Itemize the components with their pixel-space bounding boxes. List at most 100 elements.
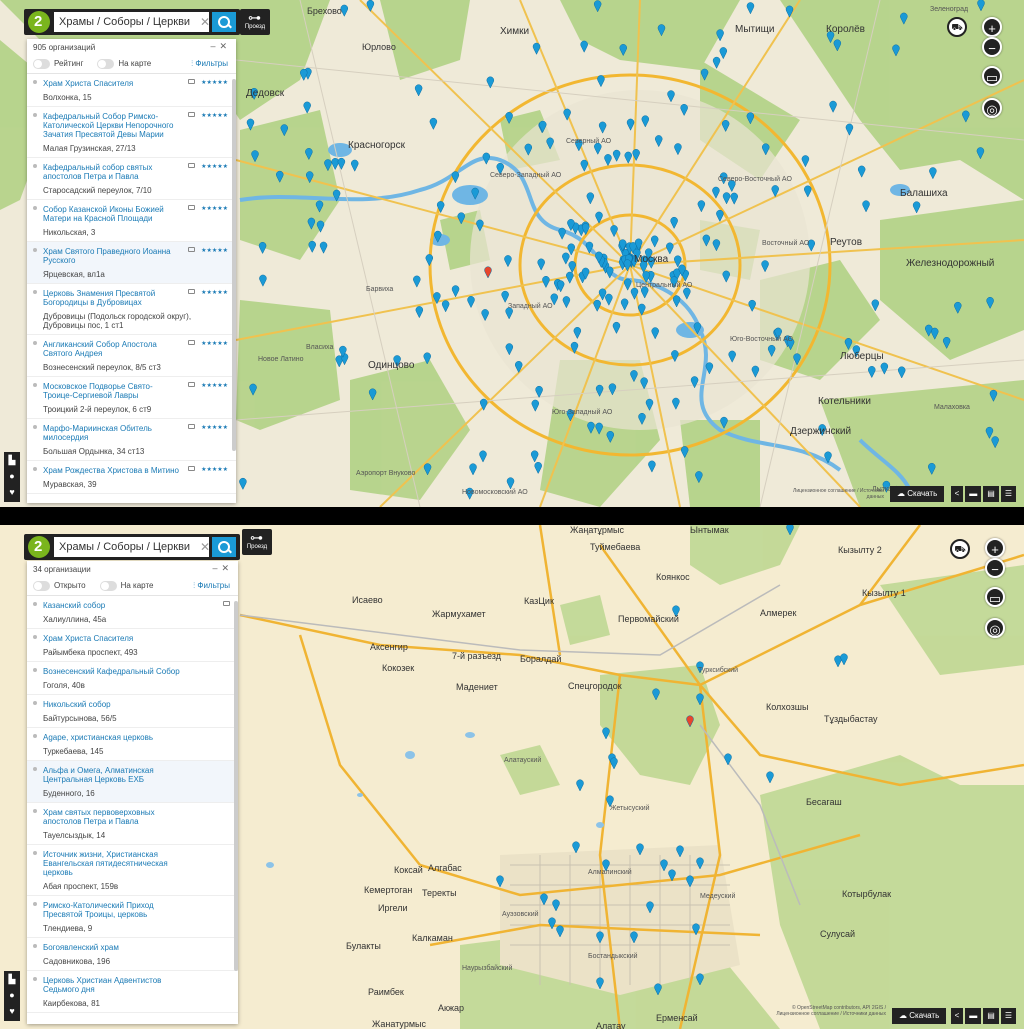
list-item[interactable]: Никольский собор Байтурсынова, 56/5 (27, 695, 238, 728)
list-item[interactable]: Храм святых первоверховных апостолов Пет… (27, 803, 238, 845)
org-name[interactable]: Храм Христа Спасителя (43, 634, 220, 643)
zoom-in-button[interactable]: + (982, 17, 1002, 37)
org-name[interactable]: Источник жизни, Христианская Евангельска… (43, 850, 220, 877)
org-address: Буденного, 16 (43, 789, 95, 798)
heart-icon[interactable]: ♥ (4, 484, 20, 500)
menu-icon[interactable]: ☰ (1000, 486, 1016, 502)
list-item[interactable]: Альфа и Омега, Алматинская Центральная Ц… (27, 761, 238, 803)
org-name[interactable]: Казанский собор (43, 601, 220, 610)
list-item[interactable]: Церковь Христиан Адвентистов Седьмого дн… (27, 971, 238, 1013)
locate-icon[interactable]: ◎ (985, 618, 1005, 638)
map-label-barvikha: Барвиха (366, 286, 394, 293)
map-label-sulusai: Сулусай (820, 929, 855, 939)
zoom-in-button[interactable]: + (985, 538, 1005, 558)
list-item[interactable]: Марфо-Мариинская Обитель милосердия Больш… (27, 419, 236, 461)
photo-icon (188, 163, 195, 168)
traffic-icon[interactable]: ⛟ (947, 17, 967, 37)
user-icon[interactable]: ● (4, 987, 20, 1003)
search-input[interactable] (54, 12, 209, 32)
route-button[interactable]: Проезд (240, 9, 270, 35)
list-item[interactable]: Храм Святого Праведного Иоанна Русского Я… (27, 242, 236, 284)
almaty-map-view[interactable]: Жаңатұрмыс Ынтымак Туймебаева Коянкос Кы… (0, 525, 1024, 1029)
pin-icon (33, 341, 37, 345)
list-item[interactable]: Казанский собор Халиуллина, 45а (27, 596, 238, 629)
search-button[interactable] (212, 12, 236, 32)
list-item[interactable]: Римско-Католический Приход Пресвятой Тро… (27, 896, 238, 938)
copyright-text[interactable]: Лицензионное соглашение / Источники данн… (778, 488, 884, 500)
org-name[interactable]: Церковь Христиан Адвентистов Седьмого дн… (43, 976, 220, 994)
open-now-toggle[interactable]: Открыто (33, 580, 86, 591)
org-name[interactable]: Agape, христианская церковь (43, 733, 220, 742)
layers-icon[interactable]: ▭ (985, 587, 1005, 607)
layers-icon[interactable]: ▭ (982, 66, 1002, 86)
panel-window-controls[interactable]: –✕ (212, 563, 233, 574)
search-input[interactable] (54, 537, 209, 557)
map-label-almerek: Алмерек (760, 608, 797, 618)
locate-icon[interactable]: ◎ (982, 98, 1002, 118)
list-item[interactable]: Храм Христа Спасителя Райымбека проспект,… (27, 629, 238, 662)
2gis-logo[interactable] (28, 11, 50, 33)
left-toolbar: ▙ ● ♥ (4, 452, 20, 502)
chat-icon[interactable]: ▬ (965, 1008, 982, 1024)
panel-window-controls[interactable]: –✕ (210, 41, 231, 52)
list-item[interactable]: Agape, христианская церковь Туркебаева, 1… (27, 728, 238, 761)
moscow-map-view[interactable]: Химки Мытищи Королёв Дедовск Красногорск… (0, 0, 1024, 507)
menu-icon[interactable]: ☰ (1000, 1008, 1016, 1024)
org-name[interactable]: Храм святых первоверховных апостолов Пет… (43, 808, 220, 826)
list-item[interactable]: Кафедральный Собор Римско-Католической Ц… (27, 107, 236, 158)
map-label-aksengir: Аксенгир (370, 642, 408, 652)
download-button[interactable]: ☁ Скачать (890, 486, 945, 502)
filters-button[interactable]: ⫶ Фильтры (193, 581, 230, 591)
org-address: Садовникова, 196 (43, 957, 111, 966)
ruler-icon[interactable]: ▙ (4, 971, 20, 987)
map-label-7th-razyezd: 7-й разъезд (452, 651, 501, 661)
heart-icon[interactable]: ♥ (4, 1003, 20, 1019)
chat-icon[interactable]: ▬ (965, 486, 982, 502)
ruler-icon[interactable]: ▙ (4, 452, 20, 468)
rating-toggle[interactable]: Рейтинг (33, 58, 83, 69)
route-button[interactable]: Проезд (242, 529, 272, 555)
list-item[interactable]: Собор Казанской Иконы Божией Матери на К… (27, 200, 236, 242)
filters-button[interactable]: ⫶ Фильтры (191, 59, 228, 69)
clear-icon[interactable]: ✕ (200, 15, 210, 29)
pin-icon (33, 425, 37, 429)
org-address: Малая Грузинская, 27/13 (43, 144, 136, 153)
list-item[interactable]: Храм Христа Спасителя Волхонка, 15 ★★★★★ (27, 74, 236, 107)
share-icon[interactable]: < (950, 1008, 964, 1024)
org-address: Тлендиева, 9 (43, 924, 93, 933)
org-name[interactable]: Римско-Католический Приход Пресвятой Тро… (43, 901, 220, 919)
org-name[interactable]: Альфа и Омега, Алматинская Центральная Ц… (43, 766, 220, 784)
on-map-toggle[interactable]: На карте (99, 580, 153, 591)
download-button[interactable]: ☁ Скачать (892, 1008, 947, 1024)
search-button[interactable] (212, 537, 236, 557)
on-map-toggle[interactable]: На карте (97, 58, 151, 69)
org-name[interactable]: Никольский собор (43, 700, 220, 709)
print-icon[interactable]: ▤ (983, 1008, 999, 1024)
zoom-out-button[interactable]: − (982, 37, 1002, 57)
2gis-logo[interactable] (28, 536, 50, 558)
copyright-text[interactable]: © OpenStreetMap contributors, API 2GIS /… (760, 1005, 886, 1017)
results-scrollbar[interactable] (232, 79, 236, 451)
share-icon[interactable]: < (950, 486, 964, 502)
clear-icon[interactable]: ✕ (200, 540, 210, 554)
user-icon[interactable]: ● (4, 468, 20, 484)
zoom-out-button[interactable]: − (985, 558, 1005, 578)
traffic-icon[interactable]: ⛟ (950, 539, 970, 559)
list-item[interactable]: Англиканский Собор Апостола Святого Андр… (27, 335, 236, 377)
list-item[interactable]: Источник жизни, Христианская Евангельска… (27, 845, 238, 896)
list-item[interactable]: Вознесенский Кафедральный Собор Гоголя, 4… (27, 662, 238, 695)
org-name[interactable]: Вознесенский Кафедральный Собор (43, 667, 220, 676)
rating-stars: ★★★★★ (201, 164, 228, 170)
list-item[interactable]: Богоявленский храм Садовникова, 196 (27, 938, 238, 971)
list-item[interactable]: Кафедральный собор святых апостолов Петр… (27, 158, 236, 200)
org-name[interactable]: Богоявленский храм (43, 943, 220, 952)
search-bar: ✕ (24, 9, 240, 35)
print-icon[interactable]: ▤ (983, 486, 999, 502)
list-item[interactable]: Московское Подворье Свято-Троице-Сергиев… (27, 377, 236, 419)
map-label-dedovsk: Дедовск (246, 88, 285, 99)
list-item[interactable]: Церковь Знамения Пресвятой Богородицы в … (27, 284, 236, 335)
photo-icon (188, 289, 195, 294)
list-item[interactable]: Храм Рождества Христова в Митино Муравска… (27, 461, 236, 494)
results-scrollbar[interactable] (234, 601, 238, 971)
map-label-east-district: Восточный АО (762, 240, 810, 247)
